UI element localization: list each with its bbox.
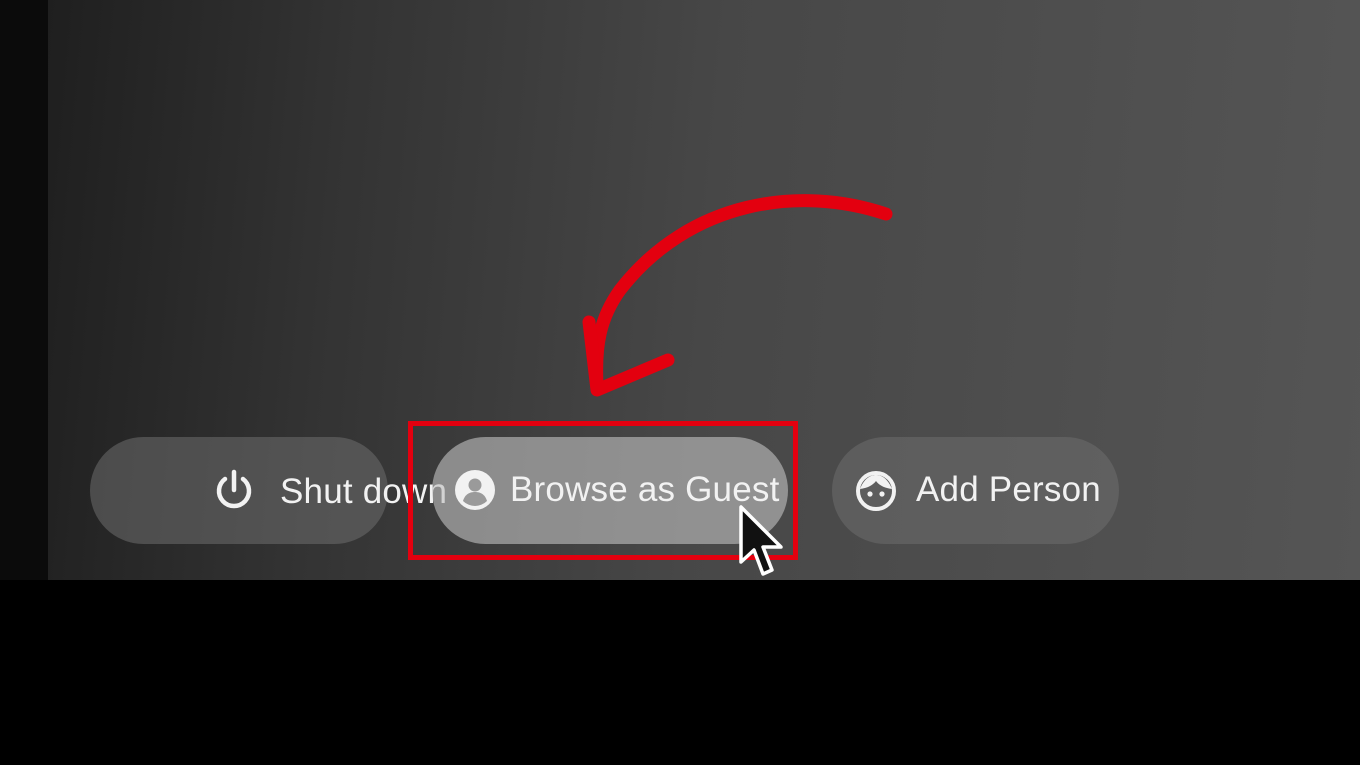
screen-bezel bbox=[0, 0, 48, 580]
browse-as-guest-label: Browse as Guest bbox=[510, 470, 780, 509]
browse-as-guest-button[interactable]: Browse as Guest bbox=[432, 437, 788, 544]
shut-down-label: Shut down bbox=[280, 472, 448, 511]
account-circle-icon bbox=[454, 469, 496, 511]
shut-down-button[interactable]: Shut down bbox=[90, 437, 447, 544]
power-icon bbox=[212, 468, 256, 512]
add-person-button[interactable]: Add Person bbox=[832, 437, 1119, 544]
face-icon bbox=[854, 469, 898, 513]
login-screen: Shut down Browse as Guest Add Person bbox=[0, 0, 1360, 765]
add-person-label: Add Person bbox=[916, 470, 1101, 509]
